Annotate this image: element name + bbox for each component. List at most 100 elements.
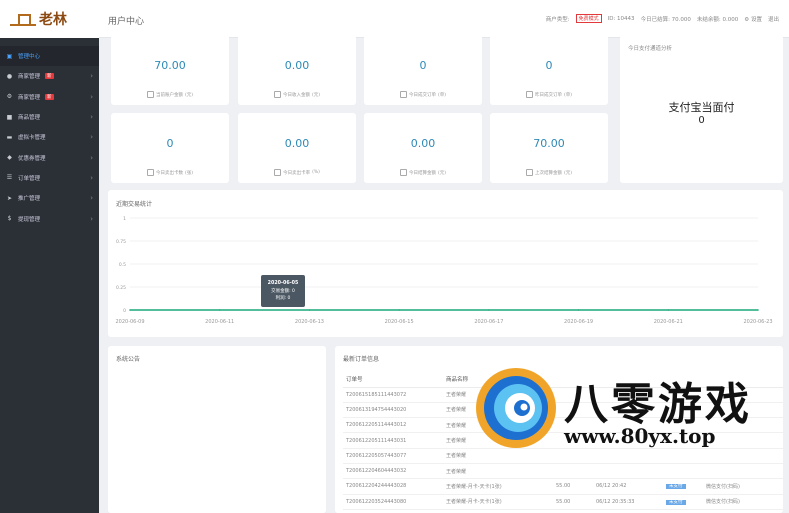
sidebar-item-merchant-settings[interactable]: ⚙ 商家管理 新 ›: [0, 87, 99, 107]
logo-text: 老林: [39, 12, 67, 28]
table-row[interactable]: T200612203524443080 王者荣耀-月卡-天卡(1张) 55.00 06…: [343, 494, 783, 510]
stat-label: 今日卖出卡率: [283, 170, 311, 176]
calendar-icon: [525, 91, 533, 98]
order-time: 06/12 20:35:33: [593, 494, 663, 510]
chevron-right-icon: ›: [90, 113, 93, 122]
y-tick-label: 0.75: [116, 239, 126, 245]
dollar-icon: $: [7, 215, 12, 223]
sidebar-item-label: 商家管理: [18, 74, 41, 81]
chevron-right-icon: ›: [90, 173, 93, 182]
sidebar-item-coupons[interactable]: ◆ 优惠券管理 ›: [0, 147, 99, 167]
trade-chart: 0 0.25 0.5 0.75 1 2020-06-09 2020-06-11 2020-06…: [115, 216, 772, 325]
data-point: [667, 309, 670, 311]
money-icon: [273, 91, 281, 98]
order-id: T200613194754443020: [343, 402, 443, 419]
sidebar-item-cards[interactable]: ▬ 虚拟卡管理 ›: [0, 127, 99, 147]
stat-unit: (元): [311, 92, 320, 98]
sidebar-item-promotion[interactable]: ➤ 推广管理 ›: [0, 188, 99, 208]
page-title: 用户中心: [108, 17, 145, 27]
x-tick-label: 2020-06-15: [385, 319, 414, 325]
new-badge: 新: [45, 93, 54, 100]
tag-icon: ◆: [7, 154, 12, 162]
chevron-right-icon: ›: [90, 72, 93, 81]
card-icon: [146, 169, 154, 176]
sidebar-item-orders[interactable]: ☰ 订单管理 ›: [0, 168, 99, 188]
data-point: [398, 309, 400, 311]
stat-label: 今日卖出卡数: [155, 170, 183, 176]
stat-value: 70.00: [533, 137, 565, 150]
stat-unit: (%): [312, 170, 320, 175]
order-amount: 55.00: [553, 494, 593, 510]
notice-title: 系统公告: [116, 356, 141, 363]
x-tick-label: 2020-06-11: [205, 319, 234, 325]
unsettled-balance: 未结余额: 0.000: [696, 16, 739, 23]
data-point: [577, 309, 580, 311]
logo[interactable]: 老林: [0, 0, 99, 38]
order-id: T200612205111443031: [343, 432, 443, 449]
y-tick-label: 0.25: [116, 285, 126, 291]
x-tick-label: 2020-06-19: [564, 319, 593, 325]
table-row[interactable]: T200612204604443032 王者荣耀: [343, 463, 783, 480]
y-tick-label: 1: [123, 216, 126, 222]
gear-icon: ⚙: [6, 93, 13, 101]
merchant-id: ID: 10443: [607, 15, 635, 22]
stat-unit: (单): [437, 92, 446, 98]
x-tick-label: 2020-06-17: [474, 319, 503, 325]
sidebar-item-merchant[interactable]: ● 商家管理 新 ›: [0, 66, 99, 86]
y-tick-label: 0.5: [119, 262, 126, 268]
data-point: [218, 309, 221, 311]
stat-unit: (元): [184, 92, 193, 98]
stat-unit: (元): [563, 170, 572, 176]
merchant-type-badge[interactable]: 免费模式: [575, 14, 602, 23]
stat-card-today-orders: 0 今日成交订单 (单): [364, 35, 482, 105]
order-status-badge: 未支付: [666, 484, 686, 490]
stat-value: 0.00: [410, 137, 436, 150]
sidebar-item-dashboard[interactable]: ▣ 管理中心: [0, 46, 99, 67]
chevron-right-icon: ›: [90, 133, 93, 142]
account-info: 商户类型: 免费模式 ID: 10443 今日已结算: 70.000 未结余额:…: [546, 14, 779, 23]
order-icon: [399, 91, 407, 98]
x-tick-label: 2020-06-23: [743, 319, 772, 325]
tooltip-date: 2020-06-05: [268, 280, 299, 286]
chevron-right-icon: ›: [90, 92, 93, 101]
percent-icon: [274, 169, 282, 176]
chart-card: 近期交易统计 0 0.25 0.5 0.75 1 2020-06-09 2020-06-11…: [108, 190, 783, 337]
pay-channel-title: 今日支付通道分析: [628, 46, 673, 52]
swirl-logo-icon: [476, 368, 556, 448]
new-badge: 新: [45, 73, 54, 80]
stat-unit: (单): [563, 92, 572, 98]
stat-unit: (张): [184, 170, 193, 176]
sidebar-item-products[interactable]: ■ 商品管理 ›: [0, 107, 99, 127]
table-row[interactable]: T200612204244443028 王者荣耀-月卡-天卡(1张) 55.00 06…: [343, 478, 783, 495]
stat-card-today-settlement: 0.00 今日结算金额 (元): [364, 113, 482, 183]
order-product: 王者荣耀-月卡-天卡(1张): [443, 478, 553, 495]
stat-value: 0: [419, 59, 427, 72]
tooltip-line: 交易金额: 0: [271, 287, 295, 294]
stat-value: 0.00: [284, 137, 310, 150]
stat-value: 0.00: [284, 59, 310, 72]
order-id: T200612204244443028: [343, 478, 443, 495]
stat-value: 0: [166, 137, 174, 150]
chevron-right-icon: ›: [90, 153, 93, 162]
sidebar-item-withdraw[interactable]: $ 提现管理 ›: [0, 208, 99, 228]
watermark: 八零游戏 www.80yx.top: [472, 362, 782, 458]
chevron-right-icon: ›: [90, 214, 93, 223]
card-icon: ▬: [6, 133, 13, 141]
stat-label: 当前账户金额: [155, 92, 183, 98]
sidebar-item-label: 管理中心: [18, 54, 41, 61]
settings-link[interactable]: ⚙ 设置: [744, 15, 762, 23]
sidebar-item-label: 提现管理: [18, 216, 41, 223]
x-tick-label: 2020-06-09: [115, 319, 144, 325]
order-id: T200612205114443012: [343, 417, 443, 434]
logout-link[interactable]: 退出: [768, 15, 779, 23]
pay-channel-value: 0: [698, 115, 705, 126]
order-status-badge: 未支付: [666, 499, 686, 505]
sidebar-item-label: 商品管理: [18, 115, 41, 122]
sidebar-item-label: 优惠券管理: [18, 155, 46, 162]
order-id: T200612203524443080: [343, 494, 443, 510]
stat-card-balance: 70.00 当前账户金额 (元): [111, 35, 229, 105]
stat-card-today-income: 0.00 今日收入金额 (元): [238, 35, 356, 105]
wallet-icon: [146, 91, 154, 98]
today-income: 今日已结算: 70.000: [640, 16, 691, 23]
orders-title: 最新订单信息: [343, 356, 380, 363]
